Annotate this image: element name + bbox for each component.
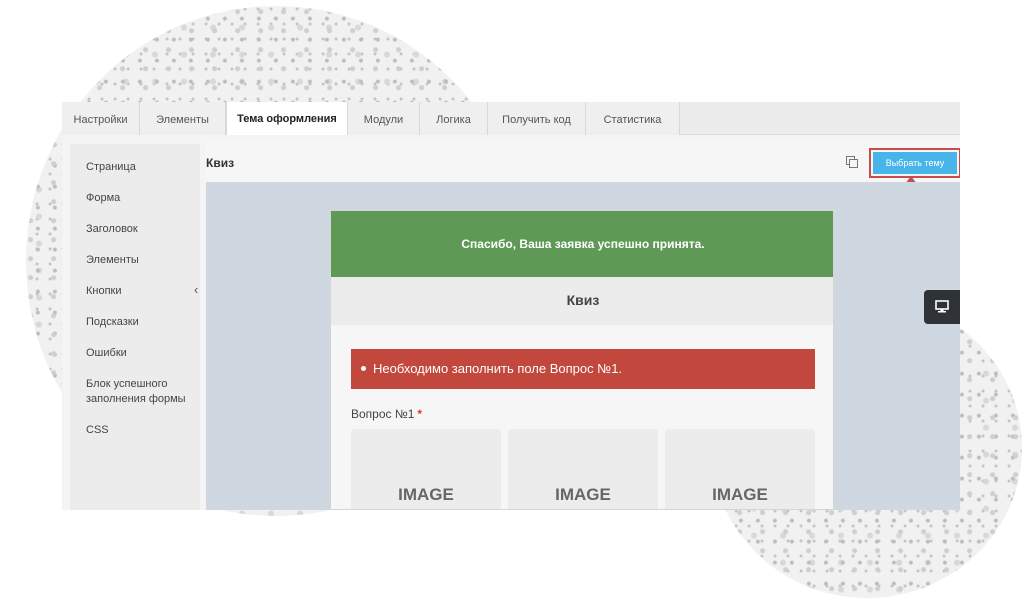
tab-statistics[interactable]: Статистика <box>586 102 680 135</box>
tab-get-code[interactable]: Получить код <box>488 102 586 135</box>
sidebar-item-elements[interactable]: Элементы <box>86 253 196 268</box>
device-preview-button[interactable] <box>924 290 960 324</box>
quiz-form-preview: Спасибо, Ваша заявка успешно принята. Кв… <box>330 210 834 510</box>
image-option-card[interactable]: IMAGE <box>665 429 815 509</box>
tab-modules[interactable]: Модули <box>348 102 420 135</box>
theme-main-panel: Квиз Выбрать тему Спасибо, Ваша заявка у… <box>206 138 960 510</box>
image-option-card[interactable]: IMAGE <box>508 429 658 509</box>
sidebar-item-hints[interactable]: Подсказки <box>86 315 196 330</box>
tab-settings[interactable]: Настройки <box>62 102 140 135</box>
tab-theme[interactable]: Тема оформления <box>226 102 348 135</box>
quiz-preview-area: Спасибо, Ваша заявка успешно принята. Кв… <box>206 182 960 510</box>
bullet-icon <box>361 366 366 372</box>
required-mark: * <box>417 407 423 421</box>
tab-logic[interactable]: Логика <box>420 102 488 135</box>
choose-theme-button[interactable]: Выбрать тему <box>873 152 957 174</box>
editor-window: Настройки Элементы Тема оформления Модул… <box>62 102 960 510</box>
sidebar-item-form[interactable]: Форма <box>86 191 196 206</box>
theme-sidebar: Страница Форма Заголовок Элементы Кнопки… <box>70 144 200 510</box>
sidebar-item-errors[interactable]: Ошибки <box>86 346 196 361</box>
sidebar-item-success-block[interactable]: Блок успешного заполнения формы <box>86 377 190 407</box>
tab-bar: Настройки Элементы Тема оформления Модул… <box>62 102 960 135</box>
chevron-left-icon[interactable]: ‹ <box>194 282 198 297</box>
sidebar-item-page[interactable]: Страница <box>86 160 196 175</box>
sidebar-item-css[interactable]: CSS <box>86 423 196 438</box>
error-message: Необходимо заполнить поле Вопрос №1. <box>373 361 623 376</box>
quiz-title: Квиз <box>331 277 833 325</box>
copy-icon[interactable] <box>846 156 858 168</box>
tab-elements[interactable]: Элементы <box>140 102 226 135</box>
image-option-card[interactable]: IMAGE <box>351 429 501 509</box>
error-banner: Необходимо заполнить поле Вопрос №1. <box>351 349 815 389</box>
image-placeholder-label: IMAGE <box>555 485 611 504</box>
image-placeholder-label: IMAGE <box>398 485 454 504</box>
sidebar-item-heading[interactable]: Заголовок <box>86 222 196 237</box>
sidebar-item-buttons[interactable]: Кнопки <box>86 284 196 299</box>
question-label-text: Вопрос №1 <box>351 407 415 421</box>
monitor-icon <box>935 300 949 313</box>
question-label: Вопрос №1 * <box>351 407 422 421</box>
success-banner: Спасибо, Ваша заявка успешно принята. <box>331 211 833 277</box>
page-title: Квиз <box>206 156 235 170</box>
image-placeholder-label: IMAGE <box>712 485 768 504</box>
